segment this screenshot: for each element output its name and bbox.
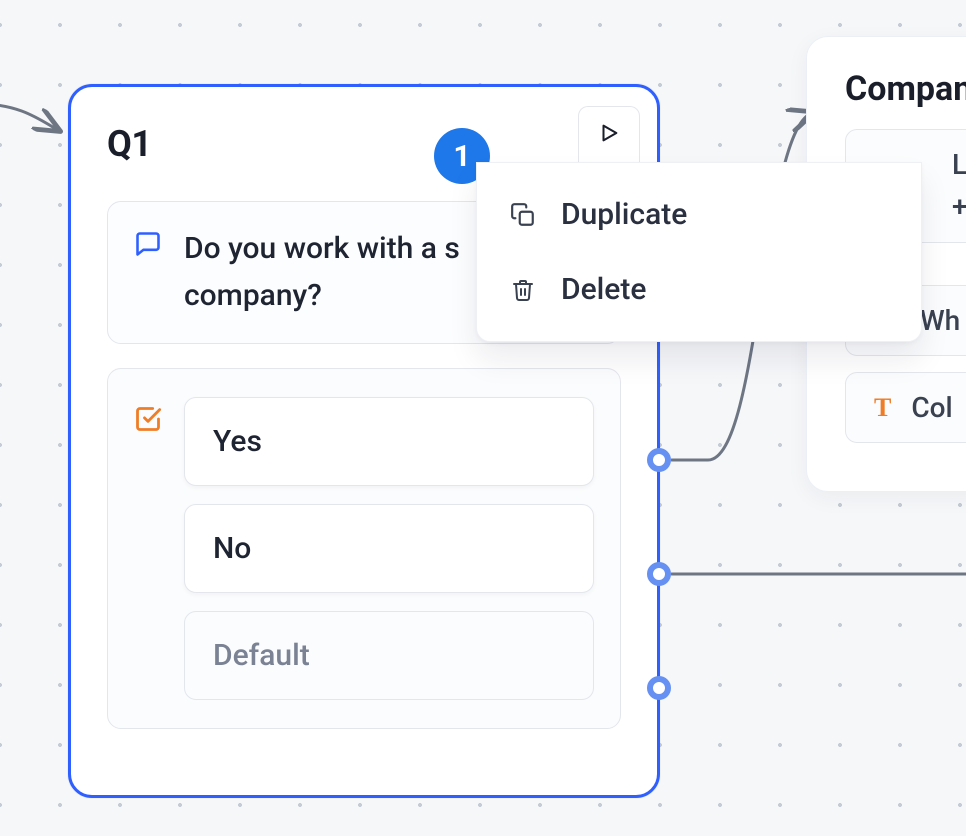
output-port-default[interactable] bbox=[647, 676, 671, 700]
output-port-no[interactable] bbox=[647, 562, 671, 586]
options-block: Yes No Default bbox=[107, 368, 621, 729]
company-row-3[interactable]: T Col bbox=[845, 372, 966, 443]
row-subtext: + 10 bbox=[952, 186, 966, 228]
node-title: Q1 bbox=[107, 123, 621, 165]
menu-item-duplicate[interactable]: Duplicate bbox=[495, 179, 903, 250]
output-port-yes[interactable] bbox=[647, 448, 671, 472]
chat-icon bbox=[134, 230, 162, 262]
row-text: Wh bbox=[920, 304, 960, 337]
option-yes[interactable]: Yes bbox=[184, 397, 594, 486]
duplicate-icon bbox=[509, 202, 537, 228]
row-text: Lea bbox=[952, 144, 966, 186]
menu-item-label: Duplicate bbox=[561, 197, 687, 232]
option-default[interactable]: Default bbox=[184, 611, 594, 700]
text-type-icon: T bbox=[874, 393, 891, 423]
play-icon bbox=[598, 122, 620, 148]
menu-item-label: Delete bbox=[561, 272, 646, 307]
node-context-menu: Duplicate Delete bbox=[476, 162, 922, 342]
row-text: Col bbox=[911, 391, 952, 424]
menu-item-delete[interactable]: Delete bbox=[495, 254, 903, 325]
node-title: Compan bbox=[845, 69, 966, 109]
checkbox-icon bbox=[134, 405, 162, 437]
node-actions-trigger[interactable] bbox=[578, 106, 640, 162]
option-no[interactable]: No bbox=[184, 504, 594, 593]
trash-icon bbox=[509, 277, 537, 303]
options-list: Yes No Default bbox=[184, 397, 594, 700]
